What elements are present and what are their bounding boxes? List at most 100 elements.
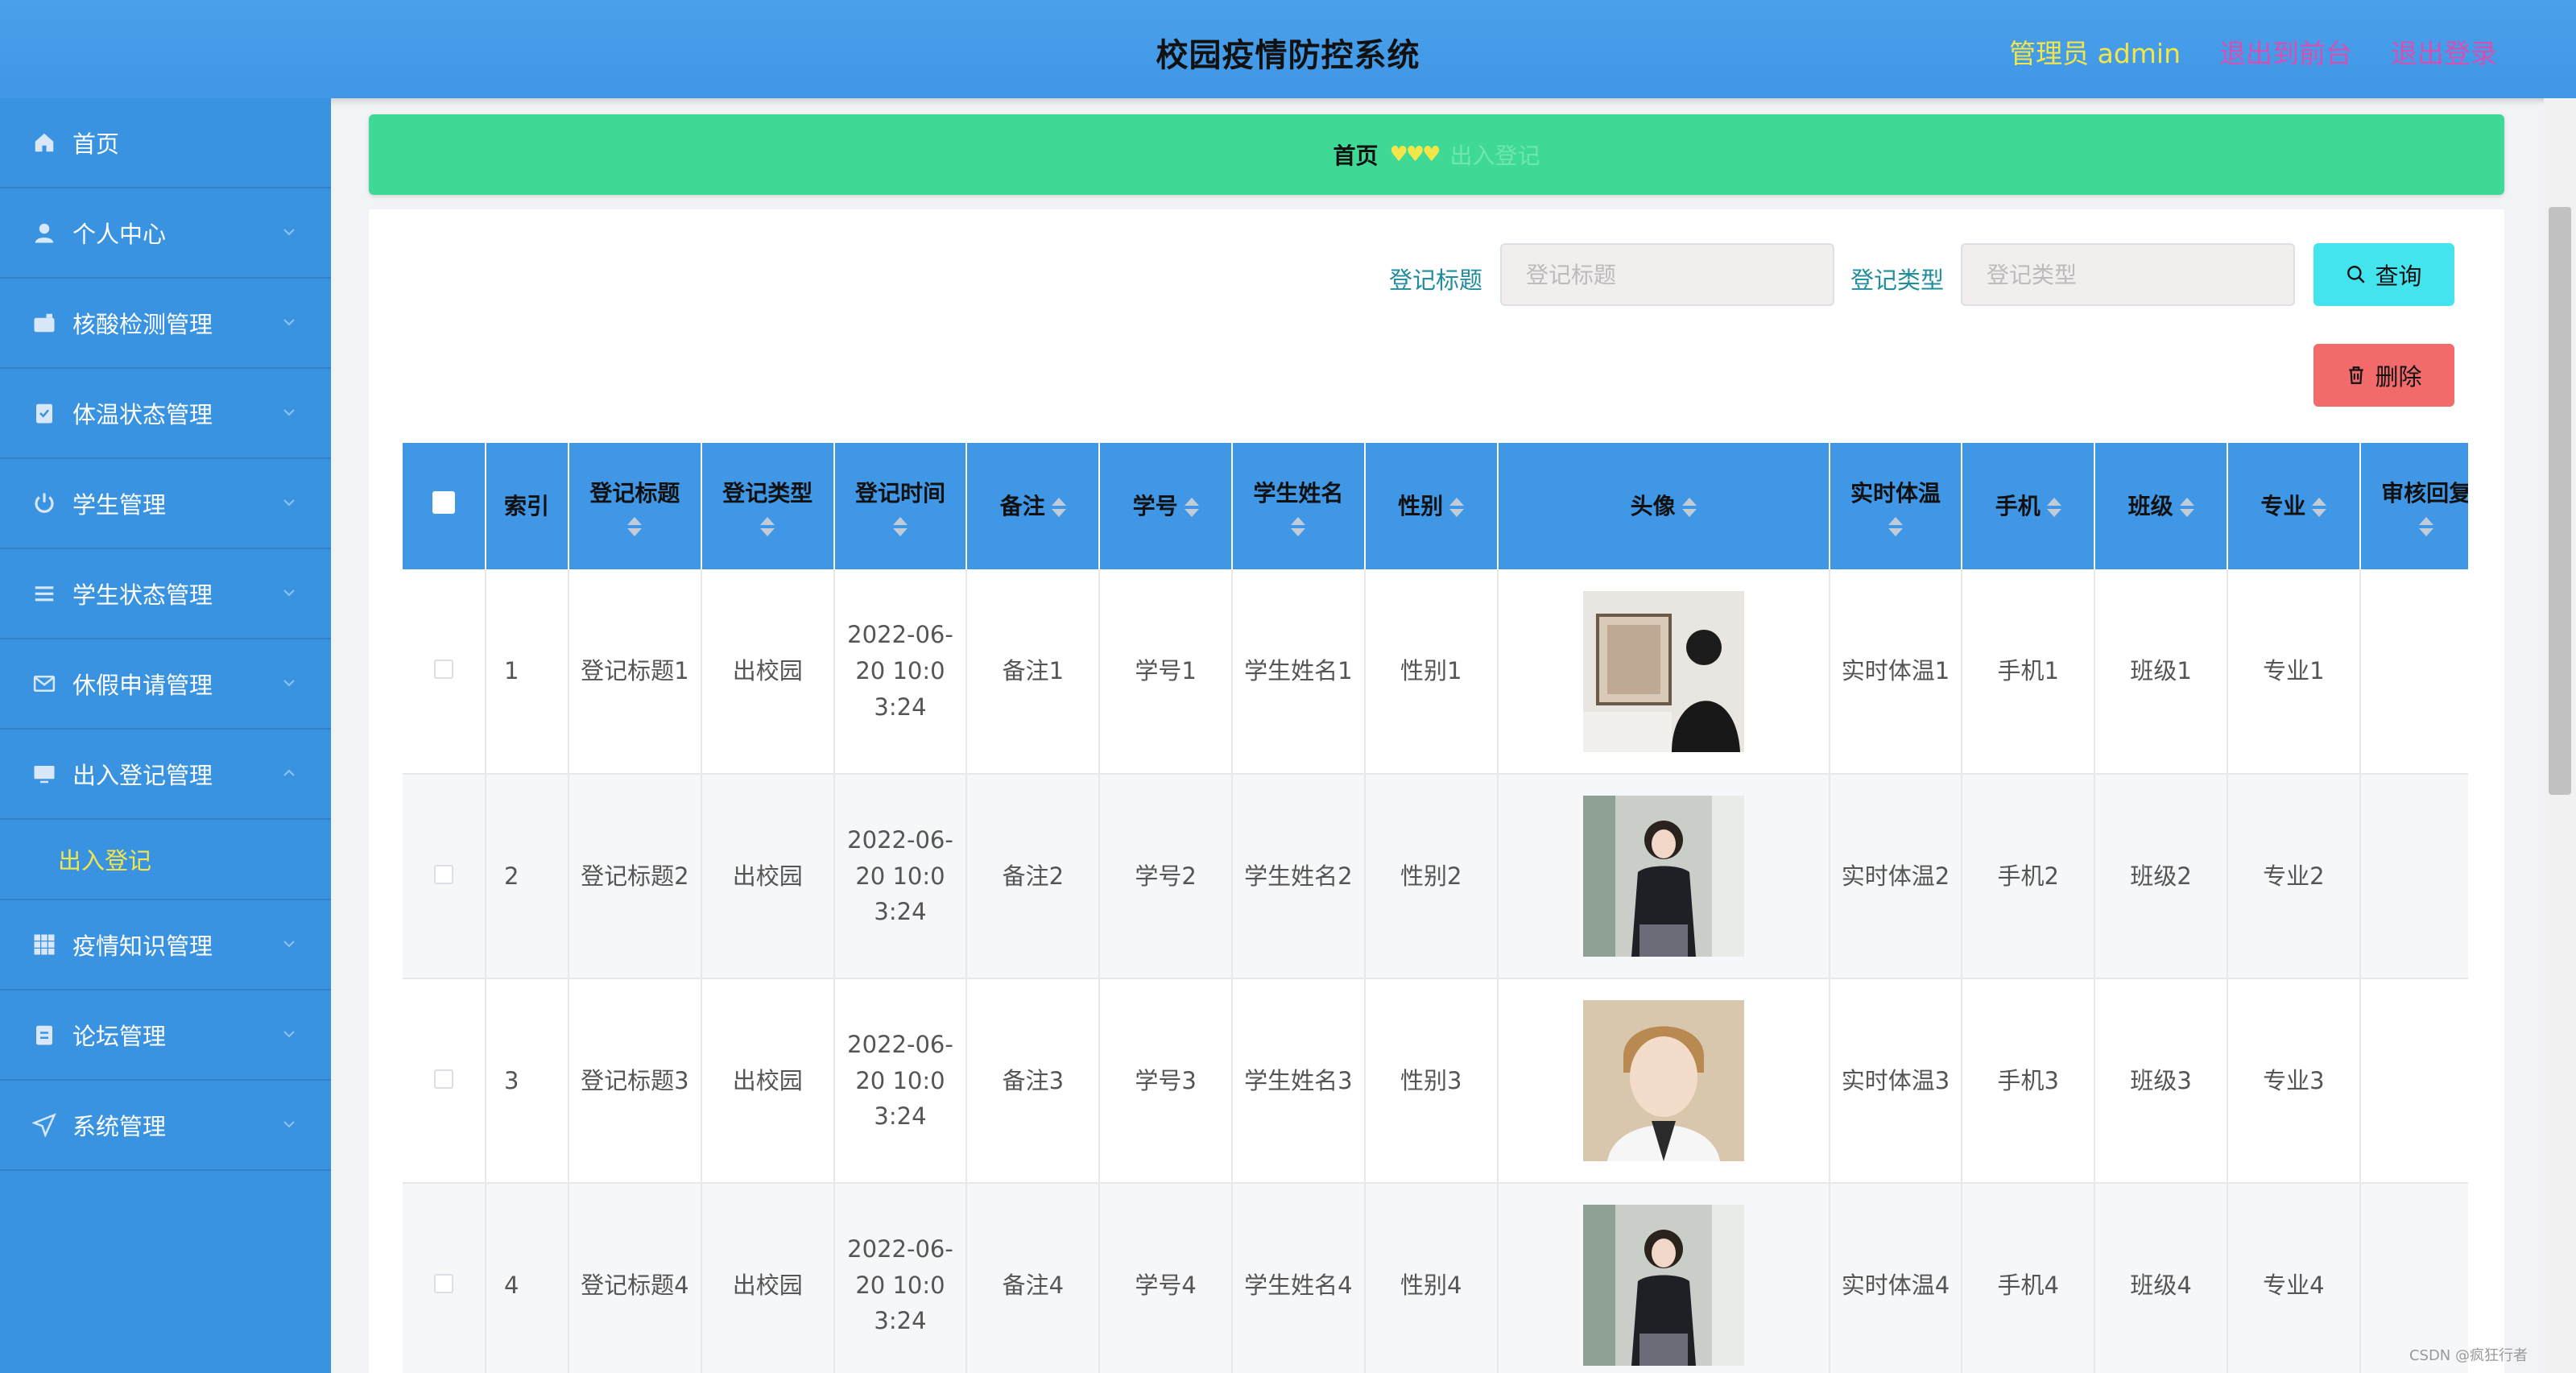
remark-cell: 备注2 xyxy=(966,774,1101,979)
column-header-sortable[interactable]: 登记时间 xyxy=(833,443,968,569)
sort-icon[interactable] xyxy=(2419,516,2434,536)
student-name-cell: 学生姓名4 xyxy=(1231,1183,1366,1373)
class-cell: 班级1 xyxy=(2094,569,2228,775)
column-header-label: 实时体温 xyxy=(1850,479,1941,507)
temperature-cell: 实时体温3 xyxy=(1829,978,1963,1184)
sidebar-item-personal-center[interactable]: 个人中心 xyxy=(0,188,331,279)
select-all-checkbox[interactable] xyxy=(432,490,455,514)
sidebar-item-nucleic-test[interactable]: 核酸检测管理 xyxy=(0,279,331,369)
gender-cell: 性别3 xyxy=(1364,978,1499,1184)
sidebar: 首页 个人中心 核酸检测管理 体温状态管理 学生管理 学生状态管理 休假申请管理… xyxy=(0,98,331,1373)
type-cell: 出校园 xyxy=(701,1183,835,1373)
row-checkbox[interactable] xyxy=(434,1273,453,1293)
sidebar-item-students[interactable]: 学生管理 xyxy=(0,459,331,549)
home-icon xyxy=(31,129,58,156)
sidebar-item-label: 个人中心 xyxy=(72,221,167,248)
exit-to-front-link[interactable]: 退出到前台 xyxy=(2219,32,2352,71)
sidebar-item-forum[interactable]: 论坛管理 xyxy=(0,990,331,1081)
watermark: CSDN @疯狂行者 xyxy=(2409,1347,2528,1364)
avatar-image[interactable] xyxy=(1582,796,1744,957)
sidebar-item-system[interactable]: 系统管理 xyxy=(0,1081,331,1171)
title-search-label: 登记标题 xyxy=(1389,267,1483,294)
admin-label: 管理员 admin xyxy=(2009,38,2181,69)
reply-cell xyxy=(2359,774,2468,979)
column-header-sortable[interactable]: 专业 xyxy=(2227,443,2361,569)
breadcrumb-home[interactable]: 首页 xyxy=(1333,139,1379,171)
logout-link[interactable]: 退出登录 xyxy=(2391,32,2497,71)
sort-icon[interactable] xyxy=(1291,516,1306,536)
title-search-input[interactable] xyxy=(1500,243,1834,306)
avatar-image[interactable] xyxy=(1582,590,1744,752)
sidebar-item-label: 首页 xyxy=(72,130,120,158)
sidebar-item-home[interactable]: 首页 xyxy=(0,98,331,188)
type-cell: 出校园 xyxy=(701,774,835,979)
column-header-label: 登记类型 xyxy=(722,479,813,507)
remark-cell: 备注3 xyxy=(966,978,1101,1184)
sidebar-item-label: 论坛管理 xyxy=(72,1023,167,1050)
clipboard-icon xyxy=(31,399,58,427)
row-checkbox[interactable] xyxy=(434,660,453,680)
sort-icon[interactable] xyxy=(1449,497,1465,517)
sidebar-item-epidemic-knowledge[interactable]: 疫情知识管理 xyxy=(0,900,331,990)
chevron-down-icon xyxy=(283,319,295,326)
sidebar-item-temperature[interactable]: 体温状态管理 xyxy=(0,369,331,459)
column-header-sortable[interactable]: 头像 xyxy=(1497,443,1830,569)
breadcrumb-current: 出入登记 xyxy=(1449,143,1540,169)
column-header-sortable[interactable]: 登记标题 xyxy=(569,443,702,569)
page-scrollbar-track[interactable] xyxy=(2544,98,2576,1373)
top-bar: 校园疫情防控系统 管理员 admin 退出到前台 退出登录 xyxy=(0,0,2576,98)
sort-icon[interactable] xyxy=(892,516,908,536)
column-header-label: 手机 xyxy=(1995,492,2041,519)
sidebar-item-leave[interactable]: 休假申请管理 xyxy=(0,639,331,730)
sort-icon[interactable] xyxy=(2179,497,2194,517)
phone-cell: 手机2 xyxy=(1962,774,2096,979)
sort-icon[interactable] xyxy=(1888,516,1903,536)
sort-icon[interactable] xyxy=(627,516,643,536)
avatar-image[interactable] xyxy=(1582,1000,1744,1161)
phone-cell: 手机1 xyxy=(1962,569,2096,775)
sort-icon[interactable] xyxy=(2312,497,2327,517)
time-cell: 2022-06-20 10:03:24 xyxy=(833,569,968,775)
class-cell: 班级3 xyxy=(2094,978,2228,1184)
sort-icon[interactable] xyxy=(2046,497,2061,517)
table-row: 1 登记标题1 出校园 2022-06-20 10:03:24 备注1 学号1 … xyxy=(403,569,2468,775)
temperature-cell: 实时体温4 xyxy=(1829,1183,1963,1373)
sort-icon[interactable] xyxy=(1184,497,1199,517)
column-header-sortable[interactable]: 备注 xyxy=(966,443,1101,569)
sidebar-item-label: 系统管理 xyxy=(72,1113,167,1140)
sidebar-item-entry-exit[interactable]: 出入登记管理 xyxy=(0,730,331,820)
row-checkbox[interactable] xyxy=(434,864,453,884)
data-table-container: 索引 登记标题 登记类型 登记时间 备注 学号 学生姓名 性别 头像 实时体温 … xyxy=(403,443,2468,1373)
sort-icon[interactable] xyxy=(760,516,775,536)
column-header-sortable[interactable]: 性别 xyxy=(1364,443,1499,569)
sort-icon[interactable] xyxy=(1681,497,1697,517)
type-search-input[interactable] xyxy=(1961,243,2295,306)
column-header-sortable[interactable]: 学号 xyxy=(1099,443,1233,569)
delete-button[interactable]: 删除 xyxy=(2313,344,2454,407)
column-header-sortable[interactable]: 实时体温 xyxy=(1829,443,1963,569)
column-header-sortable[interactable]: 学生姓名 xyxy=(1231,443,1366,569)
column-header-sortable[interactable]: 手机 xyxy=(1962,443,2096,569)
column-header-sortable[interactable]: 登记类型 xyxy=(701,443,835,569)
page-scrollbar-thumb[interactable] xyxy=(2549,207,2571,795)
remark-cell: 备注4 xyxy=(966,1183,1101,1373)
title-cell: 登记标题4 xyxy=(569,1183,702,1373)
index-cell: 3 xyxy=(486,978,569,1184)
column-header-sortable[interactable]: 班级 xyxy=(2094,443,2228,569)
sidebar-item-label: 出入登记管理 xyxy=(72,762,213,789)
breadcrumb-separator: ♥♥♥ xyxy=(1389,143,1441,167)
sidebar-item-student-status[interactable]: 学生状态管理 xyxy=(0,549,331,639)
avatar-cell xyxy=(1497,978,1830,1184)
column-header-label: 性别 xyxy=(1398,492,1444,519)
index-cell: 4 xyxy=(486,1183,569,1373)
row-checkbox[interactable] xyxy=(434,1069,453,1089)
avatar-image[interactable] xyxy=(1582,1205,1744,1366)
sidebar-item-label: 学生管理 xyxy=(72,491,167,519)
column-header-sortable[interactable]: 审核回复 xyxy=(2359,443,2468,569)
query-button[interactable]: 查询 xyxy=(2313,243,2454,306)
sort-icon[interactable] xyxy=(1051,497,1066,517)
data-table: 索引 登记标题 登记类型 登记时间 备注 学号 学生姓名 性别 头像 实时体温 … xyxy=(403,443,2468,1373)
row-select-cell xyxy=(403,774,486,979)
sidebar-subitem-entry-exit-registration[interactable]: 出入登记 xyxy=(0,820,331,900)
temperature-cell: 实时体温2 xyxy=(1829,774,1963,979)
